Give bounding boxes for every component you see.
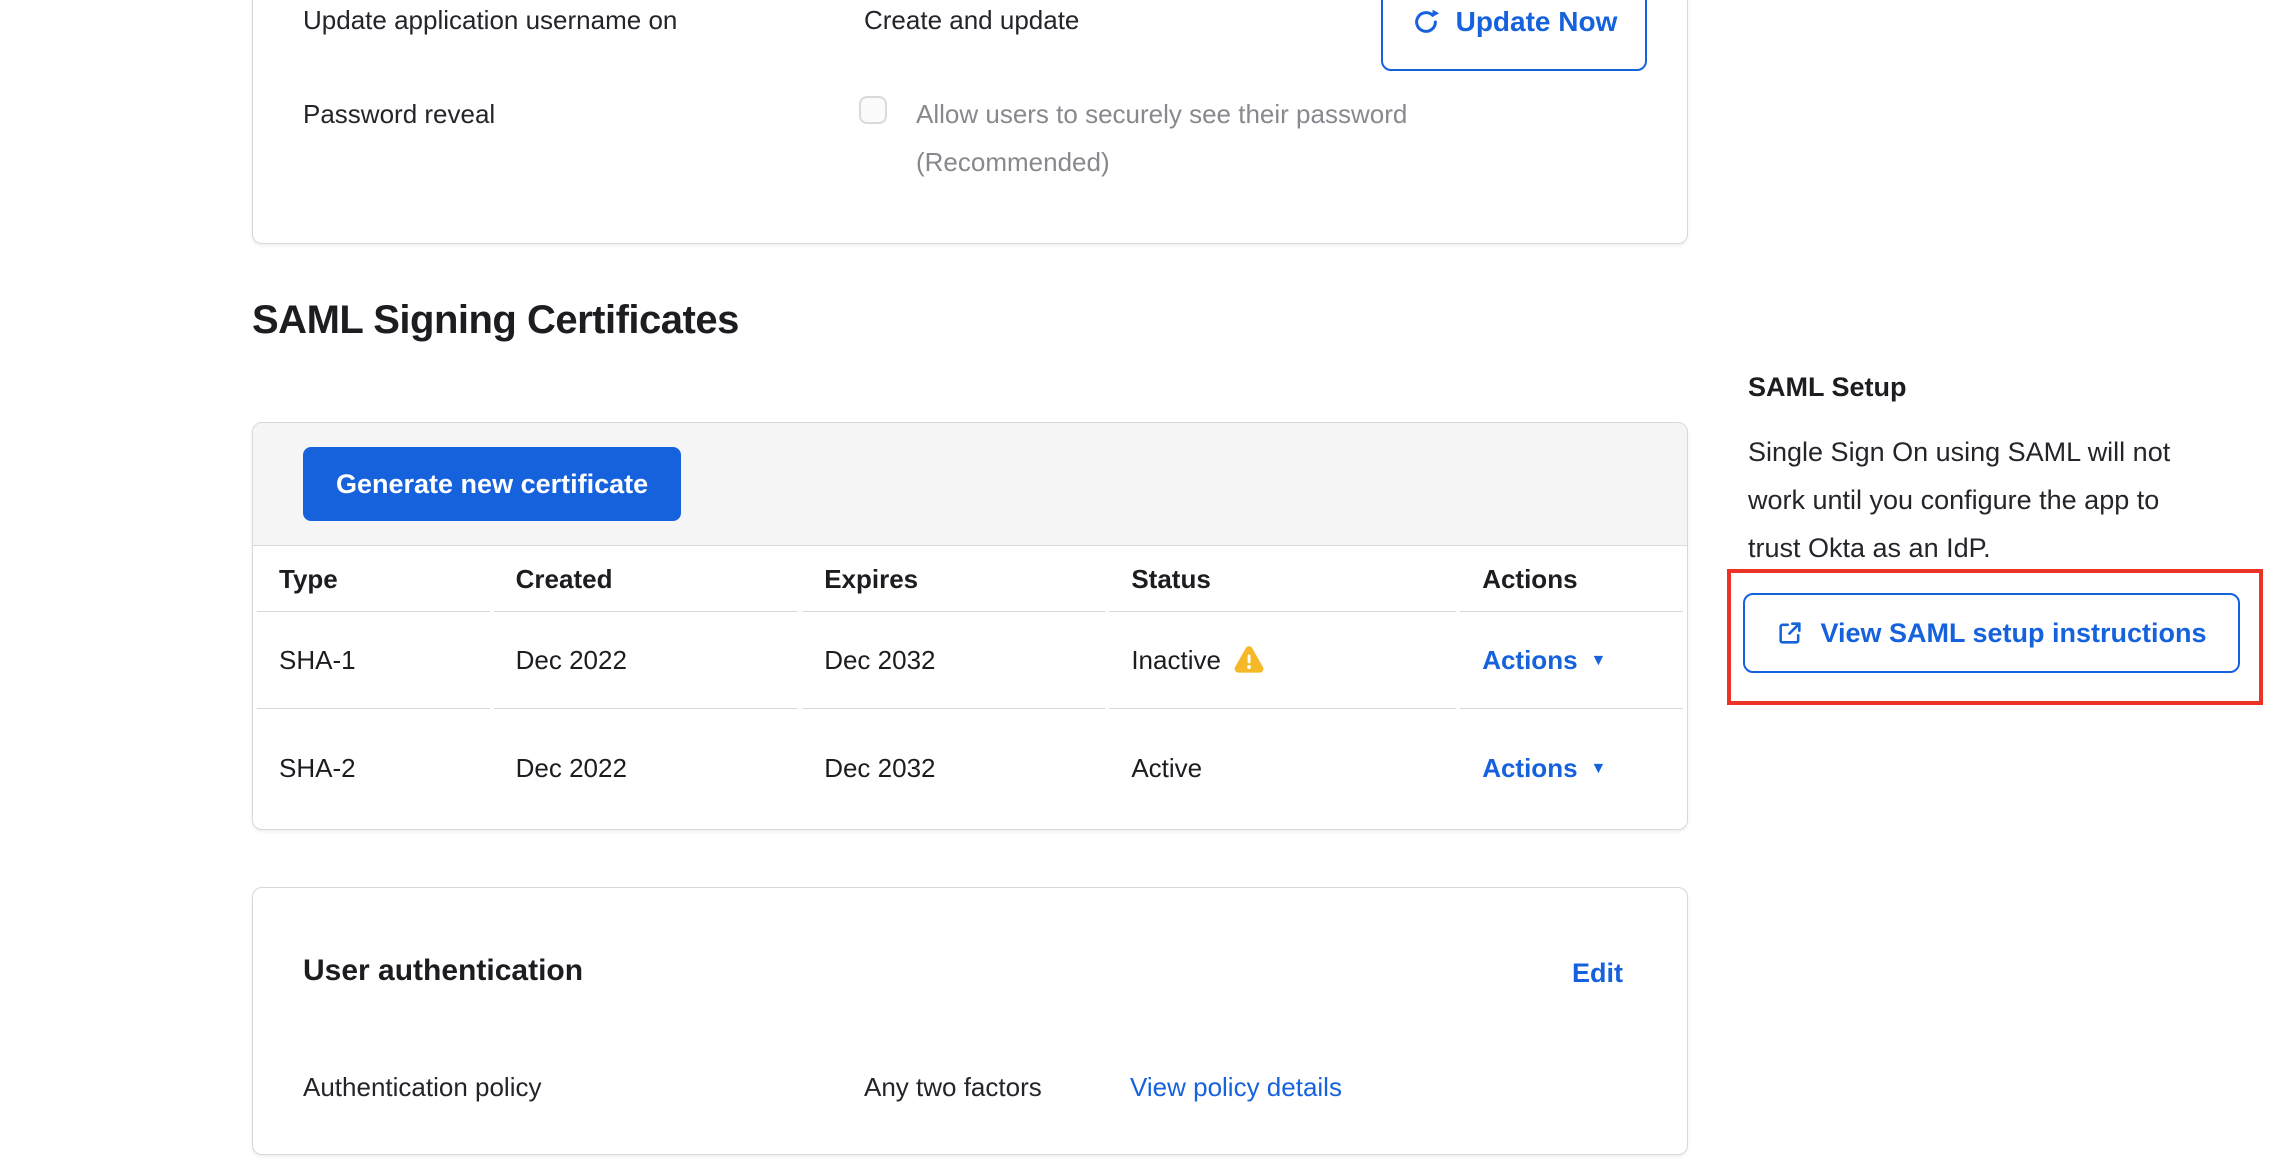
update-now-button[interactable]: Update Now [1381, 0, 1647, 71]
status-text: Active [1131, 753, 1202, 784]
update-now-label: Update Now [1456, 6, 1618, 38]
app-settings-card: Update application username on Create an… [252, 0, 1688, 244]
saml-certificates-heading: SAML Signing Certificates [252, 296, 739, 344]
cell-type: SHA-2 [257, 709, 490, 827]
certificates-table-header-row: Type Created Expires Status Actions [257, 547, 1683, 612]
cell-created: Dec 2022 [494, 709, 799, 827]
cell-status: Inactive [1109, 612, 1456, 709]
certificate-row-sha1: SHA-1 Dec 2022 Dec 2032 Inactive [257, 612, 1683, 709]
cell-status: Active [1109, 709, 1456, 827]
status-text: Inactive [1131, 645, 1221, 676]
password-reveal-checkbox-text: Allow users to securely see their passwo… [916, 97, 1407, 131]
actions-label: Actions [1482, 753, 1577, 784]
authentication-policy-value: Any two factors [864, 1070, 1042, 1104]
certificate-row-sha2: SHA-2 Dec 2022 Dec 2032 Active Actions ▼ [257, 709, 1683, 827]
user-authentication-title: User authentication [303, 954, 583, 988]
okta-app-sign-on-page: Update application username on Create an… [0, 0, 2279, 1158]
external-link-icon [1776, 619, 1804, 647]
actions-label: Actions [1482, 645, 1577, 676]
cell-created: Dec 2022 [494, 612, 799, 709]
column-header-status: Status [1109, 547, 1456, 612]
cell-actions: Actions ▼ [1460, 709, 1683, 827]
cell-expires: Dec 2032 [802, 612, 1105, 709]
column-header-created: Created [494, 547, 799, 612]
column-header-expires: Expires [802, 547, 1105, 612]
user-authentication-card: User authentication Edit Authentication … [252, 887, 1688, 1155]
caret-down-icon: ▼ [1591, 653, 1607, 669]
view-saml-setup-instructions-button[interactable]: View SAML setup instructions [1743, 593, 2240, 673]
authentication-policy-label: Authentication policy [303, 1070, 541, 1104]
password-reveal-checkbox-text-suffix: (Recommended) [916, 145, 1110, 179]
cell-expires: Dec 2032 [802, 709, 1105, 827]
column-header-actions: Actions [1460, 547, 1683, 612]
edit-authentication-link[interactable]: Edit [1572, 958, 1623, 989]
saml-setup-description-line: trust Okta as an IdP. [1748, 524, 2279, 572]
cell-type: SHA-1 [257, 612, 490, 709]
saml-setup-description-line: work until you configure the app to [1748, 476, 2279, 524]
actions-menu-button[interactable]: Actions ▼ [1482, 645, 1606, 676]
generate-certificate-button[interactable]: Generate new certificate [303, 447, 681, 521]
warning-icon [1234, 646, 1264, 674]
password-reveal-label: Password reveal [303, 97, 495, 131]
column-header-type: Type [257, 547, 490, 612]
certificates-table: Type Created Expires Status Actions SHA-… [253, 547, 1687, 827]
username-update-value: Create and update [864, 3, 1079, 37]
view-policy-details-link[interactable]: View policy details [1130, 1070, 1342, 1104]
saml-certificates-card: Generate new certificate Type Created Ex… [252, 422, 1688, 830]
refresh-icon [1411, 7, 1441, 37]
cell-actions: Actions ▼ [1460, 612, 1683, 709]
saml-setup-description-line: Single Sign On using SAML will not [1748, 428, 2279, 476]
saml-setup-title: SAML Setup [1748, 372, 1907, 403]
view-saml-setup-instructions-label: View SAML setup instructions [1820, 618, 2206, 649]
actions-menu-button[interactable]: Actions ▼ [1482, 753, 1606, 784]
saml-setup-description: Single Sign On using SAML will not work … [1748, 428, 2279, 572]
caret-down-icon: ▼ [1591, 761, 1607, 777]
password-reveal-checkbox[interactable] [859, 96, 887, 124]
username-update-label: Update application username on [303, 3, 677, 37]
